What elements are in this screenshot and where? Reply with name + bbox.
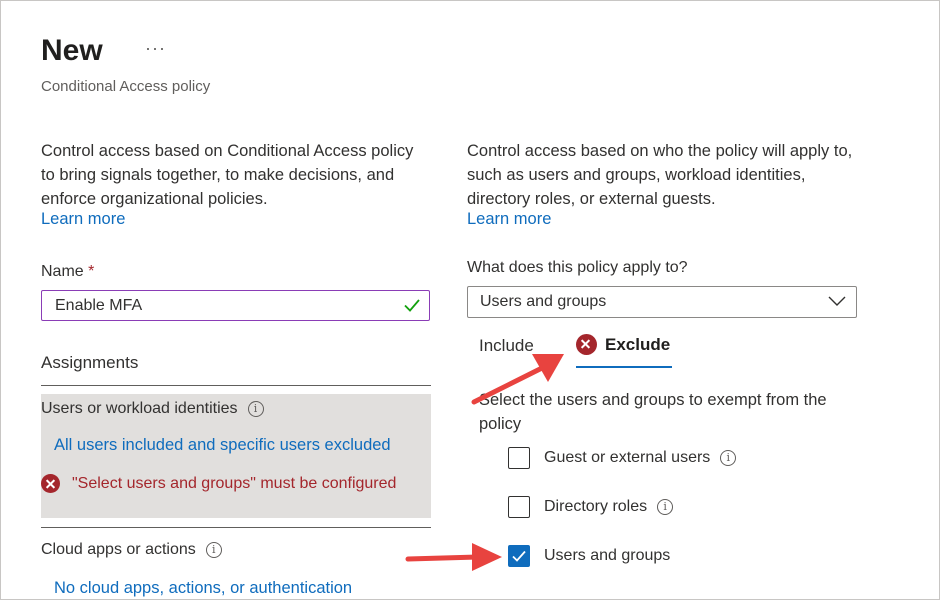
option-guest-external: Guest or external users i — [508, 447, 737, 469]
info-icon[interactable]: i — [657, 499, 674, 515]
users-description: Control access based on who the policy w… — [467, 142, 853, 208]
tab-exclude-label: Exclude — [605, 334, 671, 354]
cloud-apps-summary-link[interactable]: No cloud apps, actions, or authenticatio… — [54, 579, 352, 598]
assignments-divider — [41, 385, 431, 386]
cloud-apps-title-row: Cloud apps or actions i — [41, 541, 222, 559]
users-divider — [41, 527, 431, 528]
name-label: Name * — [41, 263, 94, 281]
annotation-arrow-icon — [471, 354, 564, 405]
more-options-button[interactable]: ··· — [145, 38, 166, 59]
apply-to-label: What does this policy apply to? — [467, 259, 688, 276]
name-field[interactable] — [41, 290, 430, 321]
info-icon[interactable]: i — [247, 401, 264, 417]
users-groups-label: Users and groups — [544, 547, 671, 564]
assignments-heading: Assignments — [41, 353, 139, 372]
users-error-message: "Select users and groups" must be config… — [72, 475, 397, 492]
users-assignment-panel[interactable]: Users or workload identities i All users… — [41, 394, 431, 518]
directory-roles-checkbox[interactable] — [508, 496, 530, 518]
learn-more-link-left[interactable]: Learn more — [41, 210, 125, 229]
cloud-apps-title: Cloud apps or actions — [41, 541, 196, 558]
chevron-down-icon — [828, 296, 846, 306]
users-title: Users or workload identities — [41, 400, 238, 417]
name-input[interactable] — [53, 291, 397, 321]
error-icon — [41, 474, 60, 493]
guest-external-label: Guest or external users — [544, 449, 711, 466]
users-summary-link[interactable]: All users included and specific users ex… — [54, 436, 391, 455]
info-icon[interactable]: i — [205, 542, 222, 558]
annotation-arrow-icon — [405, 543, 502, 571]
apply-to-value: Users and groups — [480, 293, 607, 310]
required-mark: * — [88, 263, 95, 280]
directory-roles-label: Directory roles — [544, 498, 648, 515]
users-title-row: Users or workload identities i — [41, 400, 264, 418]
info-icon[interactable]: i — [720, 450, 737, 466]
policy-description: Control access based on Conditional Acce… — [41, 142, 414, 208]
valid-check-icon — [404, 299, 420, 312]
name-label-text: Name — [41, 263, 84, 280]
page-title: New — [41, 34, 103, 67]
option-users-groups: Users and groups — [508, 545, 670, 567]
tab-exclude[interactable]: Exclude — [576, 334, 670, 355]
page-subtitle: Conditional Access policy — [41, 78, 211, 95]
checkmark-icon — [512, 550, 526, 562]
active-tab-indicator — [576, 366, 672, 368]
users-groups-checkbox[interactable] — [508, 545, 530, 567]
apply-to-dropdown[interactable]: Users and groups — [467, 286, 857, 318]
guest-external-checkbox[interactable] — [508, 447, 530, 469]
learn-more-link-right[interactable]: Learn more — [467, 210, 551, 229]
option-directory-roles: Directory roles i — [508, 496, 674, 518]
